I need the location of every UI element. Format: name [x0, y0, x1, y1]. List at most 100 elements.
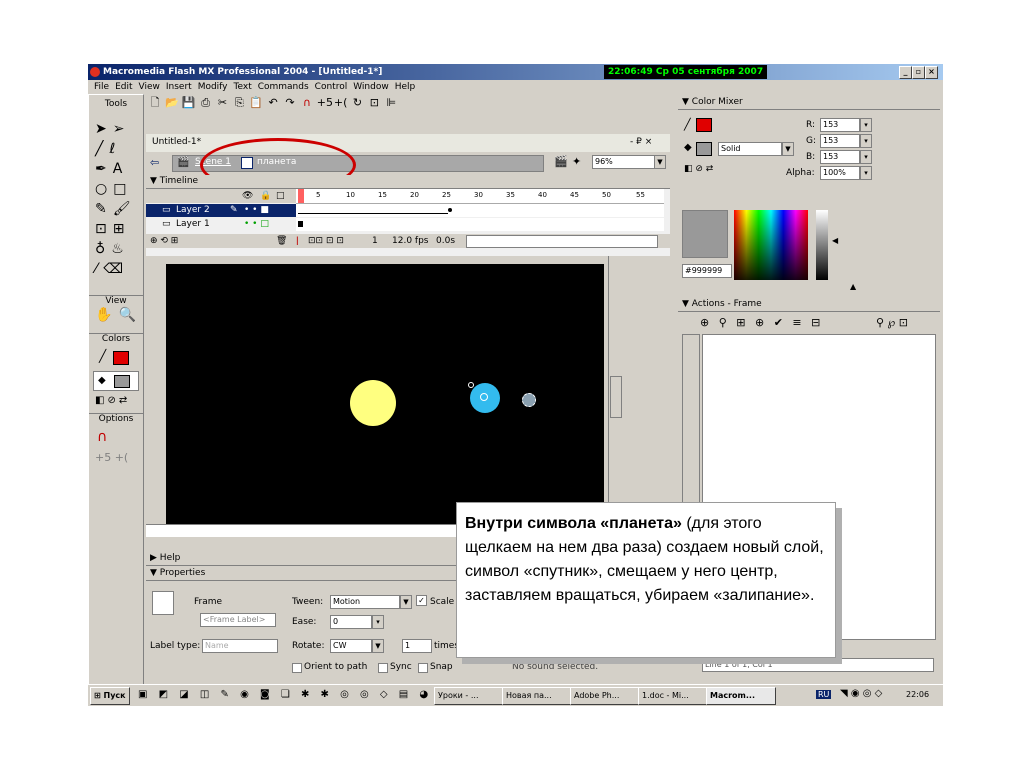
fill-type-select[interactable]: Solid [718, 142, 782, 156]
outline-icon[interactable]: □ [276, 189, 285, 203]
close-button[interactable]: × [925, 66, 938, 79]
ease-dropdown[interactable]: ▾ [372, 615, 384, 629]
expand-arrow-icon[interactable]: ▲ [850, 282, 856, 291]
print-icon[interactable]: ⎙ [199, 96, 213, 110]
hex-input[interactable]: #999999 [682, 264, 732, 278]
scale-checkbox[interactable]: ✓ [416, 595, 427, 606]
brush-tool-icon[interactable]: 🖌 [113, 201, 137, 217]
taskbar-item[interactable]: 1.doc - Mi... [638, 687, 708, 705]
keyframe[interactable] [448, 208, 452, 212]
swap-colors-icon[interactable]: ⇄ [119, 395, 130, 406]
playhead[interactable] [298, 189, 304, 203]
brightness-arrow-icon[interactable]: ◀ [832, 236, 838, 245]
timeline-scrollbar[interactable] [466, 235, 658, 248]
b-input[interactable]: 153 [820, 150, 860, 164]
g-dropdown[interactable]: ▾ [860, 134, 872, 148]
oval-tool-icon[interactable]: ○ [95, 181, 113, 197]
tween-dropdown[interactable]: ▼ [400, 595, 412, 609]
menu-window[interactable]: Window [353, 82, 389, 92]
save-icon[interactable]: 💾 [182, 96, 196, 110]
lasso-tool-icon[interactable]: ℓ [109, 141, 121, 157]
center-frame-icon[interactable]: ǀ [296, 234, 299, 248]
fill-color-swatch[interactable] [114, 375, 130, 388]
open-folder-icon[interactable]: 📂 [165, 96, 179, 110]
ease-input[interactable]: 0 [330, 615, 372, 629]
menu-view[interactable]: View [139, 82, 160, 92]
language-indicator[interactable]: RU [816, 690, 832, 699]
snap-magnet-icon[interactable]: ∩ [300, 96, 314, 110]
satellite-symbol[interactable] [522, 393, 536, 407]
snap-checkbox[interactable] [418, 663, 428, 673]
zoom-field[interactable]: 96% [592, 155, 658, 169]
trash-icon[interactable]: 🗑 [276, 234, 287, 248]
fill-type-dropdown[interactable]: ▼ [782, 142, 794, 156]
paint-bucket-icon[interactable]: ♨ [111, 241, 130, 257]
black-white-icon[interactable]: ◧ [95, 395, 107, 406]
stroke-color-icon[interactable]: ╱ [99, 349, 106, 363]
document-tab[interactable]: Untitled-1* [152, 137, 201, 147]
quick-launch-icons[interactable]: ▣ ◩ ◪ ◫ ✎ ◉ ◙ ❏ ✱ ✱ ◎ ◎ ◇ ▤ ◕ [138, 689, 432, 700]
keyframe[interactable] [298, 221, 303, 227]
visibility-dot[interactable]: • • ■ [244, 204, 269, 217]
hand-tool-icon[interactable]: ✋ [95, 307, 118, 323]
stage[interactable] [166, 264, 604, 534]
rotate-select[interactable]: CW [330, 639, 372, 653]
taskbar-item[interactable]: Новая па... [502, 687, 572, 705]
color-spectrum[interactable] [734, 210, 808, 280]
menu-control[interactable]: Control [315, 82, 348, 92]
transform-point[interactable] [468, 382, 474, 388]
subselect-tool-icon[interactable]: ➢ [113, 121, 131, 137]
planet-symbol[interactable] [470, 383, 500, 413]
menu-help[interactable]: Help [395, 82, 416, 92]
text-tool-icon[interactable]: A [113, 161, 129, 177]
actions-header[interactable]: ▼ Actions - Frame [678, 298, 940, 312]
brightness-slider[interactable] [816, 210, 828, 280]
label-type-select[interactable]: Name [202, 639, 278, 653]
add-layer-icon[interactable]: ⊕ ⟲ ⊞ [150, 234, 178, 248]
smooth-icon[interactable]: +5 [317, 96, 333, 110]
r-input[interactable]: 153 [820, 118, 860, 132]
times-input[interactable]: 1 [402, 639, 432, 653]
taskbar-item-active[interactable]: Macrom... [706, 687, 776, 705]
fill-swatch[interactable] [696, 142, 712, 156]
no-color-icon[interactable]: ⊘ [107, 395, 118, 406]
pencil-tool-icon[interactable]: ✎ [95, 201, 113, 217]
undo-icon[interactable]: ↶ [266, 96, 280, 110]
layer-row[interactable]: ▭ Layer 1 • • □ [146, 218, 296, 231]
scale-icon[interactable]: ⊡ [367, 96, 381, 110]
menu-file[interactable]: File [94, 82, 109, 92]
layer-row[interactable]: ▭ Layer 2 ✎ • • ■ [146, 204, 296, 217]
ink-bottle-icon[interactable]: ♁ [95, 241, 111, 257]
line-tool-icon[interactable]: ╱ [95, 141, 109, 157]
fill-transform-icon[interactable]: ⊞ [113, 221, 131, 237]
onion-skin-icon[interactable]: ⊡⊡ ⊡ ⊡ [308, 234, 344, 248]
r-dropdown[interactable]: ▾ [860, 118, 872, 132]
g-input[interactable]: 153 [820, 134, 860, 148]
script-assist-icons[interactable]: ⚲ ℘ ⊡ [876, 316, 908, 329]
edit-symbol-icon[interactable]: ✦ [572, 155, 581, 168]
tween-select[interactable]: Motion [330, 595, 400, 609]
rect-tool-icon[interactable]: □ [113, 181, 132, 197]
stroke-color-swatch[interactable] [113, 351, 129, 365]
taskbar-item[interactable]: Уроки - ... [434, 687, 504, 705]
cut-icon[interactable]: ✂ [216, 96, 230, 110]
alpha-input[interactable]: 100% [820, 166, 860, 180]
swap-icons[interactable]: ◧ ⊘ ⇄ [684, 164, 713, 174]
taskbar-item[interactable]: Adobe Ph... [570, 687, 640, 705]
stroke-swatch[interactable] [696, 118, 712, 132]
rotate-icon[interactable]: ↻ [351, 96, 365, 110]
minimize-button[interactable]: _ [899, 66, 912, 79]
scroll-thumb[interactable] [610, 376, 622, 418]
frame-label-input[interactable]: <Frame Label> [200, 613, 276, 627]
zoom-tool-icon[interactable]: 🔍 [118, 307, 141, 323]
sun-symbol[interactable] [350, 380, 396, 426]
orient-checkbox[interactable] [292, 663, 302, 673]
layer-frames[interactable] [296, 204, 664, 217]
snap-option-icon[interactable]: ∩ [97, 429, 107, 445]
edit-scene-icon[interactable]: 🎬 [554, 155, 568, 168]
timeline-header[interactable]: ▼ Timeline [146, 175, 670, 189]
back-arrow-icon[interactable]: ⇦ [150, 156, 159, 169]
menu-text[interactable]: Text [234, 82, 252, 92]
rotate-dropdown[interactable]: ▼ [372, 639, 384, 653]
maximize-button[interactable]: ▫ [912, 66, 925, 79]
